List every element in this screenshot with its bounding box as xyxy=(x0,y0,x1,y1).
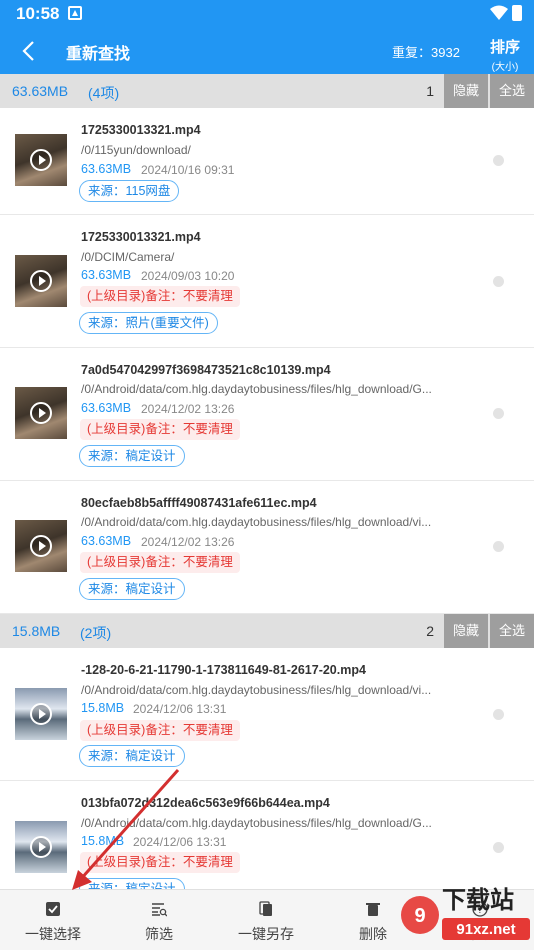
file-name: 1725330013321.mp4 xyxy=(81,123,201,137)
list-item[interactable]: 1725330013321.mp4 /0/DCIM/Camera/ 63.63M… xyxy=(0,215,534,348)
file-path: /0/Android/data/com.hlg.daydaytobusiness… xyxy=(81,816,432,830)
group-number: 1 xyxy=(426,83,434,99)
select-radio[interactable] xyxy=(493,155,504,166)
note-tag: (上级目录)备注：不要清理 xyxy=(80,286,240,307)
list-item[interactable]: -128-20-6-21-11790-1-173811649-81-2617-2… xyxy=(0,648,534,781)
status-time: 10:58 xyxy=(16,4,60,23)
file-path: /0/Android/data/com.hlg.daydaytobusiness… xyxy=(81,382,432,396)
sort-sub-label: (大小) xyxy=(491,62,519,73)
copy-icon xyxy=(259,901,272,916)
note-tag: (上级目录)备注：不要清理 xyxy=(80,852,240,873)
play-icon xyxy=(30,270,52,292)
select-radio[interactable] xyxy=(493,709,504,720)
wifi-icon xyxy=(490,5,508,20)
video-thumbnail[interactable] xyxy=(15,520,67,572)
source-tag: 来源：稿定设计 xyxy=(79,745,185,767)
video-thumbnail[interactable] xyxy=(15,255,67,307)
checkbox-icon xyxy=(46,902,60,916)
filter-button[interactable]: 筛选 xyxy=(106,890,212,950)
file-date: 2024/12/06 13:31 xyxy=(133,702,227,716)
file-size: 63.63MB xyxy=(81,401,132,415)
file-size: 63.63MB xyxy=(81,268,132,282)
file-size: 63.63MB xyxy=(81,534,132,548)
select-all-button[interactable]: 全选 xyxy=(490,74,534,108)
svg-text:下载站: 下载站 xyxy=(442,886,514,914)
list-item[interactable]: 7a0d547042997f3698473521c8c10139.mp4 /0/… xyxy=(0,348,534,481)
file-date: 2024/10/16 09:31 xyxy=(141,163,235,177)
play-icon xyxy=(30,149,52,171)
file-path: /0/115yun/download/ xyxy=(81,143,191,157)
save-as-label: 一键另存 xyxy=(238,926,294,942)
hide-group-button[interactable]: 隐藏 xyxy=(444,614,488,648)
filter-label: 筛选 xyxy=(145,926,173,942)
group-size: 15.8MB xyxy=(12,623,61,639)
group-header: 63.63MB (4项) 1 隐藏 全选 xyxy=(0,74,534,108)
notification-icon xyxy=(68,6,82,20)
note-tag: (上级目录)备注：不要清理 xyxy=(80,720,240,741)
select-radio[interactable] xyxy=(493,408,504,419)
group-number: 2 xyxy=(426,623,434,639)
group-size: 63.63MB xyxy=(12,83,69,99)
file-path: /0/Android/data/com.hlg.daydaytobusiness… xyxy=(81,515,432,529)
select-radio[interactable] xyxy=(493,541,504,552)
file-date: 2024/12/02 13:26 xyxy=(141,535,235,549)
duplicate-count: 重复：3932 xyxy=(392,45,460,60)
file-name: -128-20-6-21-11790-1-173811649-81-2617-2… xyxy=(81,663,366,677)
file-date: 2024/09/03 10:20 xyxy=(141,269,235,283)
status-bar: 10:58 xyxy=(0,0,534,28)
list-item[interactable]: 013bfa072d312dea6c563e9f66b644ea.mp4 /0/… xyxy=(0,781,534,900)
play-icon xyxy=(30,703,52,725)
play-icon xyxy=(30,535,52,557)
file-date: 2024/12/02 13:26 xyxy=(141,402,235,416)
svg-text:91xz.net: 91xz.net xyxy=(456,921,515,938)
source-tag: 来源：稿定设计 xyxy=(79,445,185,467)
video-thumbnail[interactable] xyxy=(15,688,67,740)
file-size: 63.63MB xyxy=(81,162,132,176)
hide-group-button[interactable]: 隐藏 xyxy=(444,74,488,108)
group-count: (4项) xyxy=(88,85,120,101)
list-item[interactable]: 80ecfaeb8b5affff49087431afe611ec.mp4 /0/… xyxy=(0,481,534,614)
app-bar: 重新查找 重复：3932 排序 (大小) xyxy=(0,28,534,74)
back-icon[interactable] xyxy=(14,36,44,66)
sort-label: 排序 xyxy=(489,39,520,56)
page-title: 重新查找 xyxy=(66,46,131,63)
file-name: 7a0d547042997f3698473521c8c10139.mp4 xyxy=(81,363,331,377)
select-one-button[interactable]: 一键选择 xyxy=(0,890,106,950)
file-name: 80ecfaeb8b5affff49087431afe611ec.mp4 xyxy=(81,496,317,510)
file-name: 1725330013321.mp4 xyxy=(81,230,201,244)
sort-button[interactable]: 排序 (大小) xyxy=(482,36,528,73)
select-radio[interactable] xyxy=(493,842,504,853)
video-thumbnail[interactable] xyxy=(15,821,67,873)
video-thumbnail[interactable] xyxy=(15,134,67,186)
file-path: /0/Android/data/com.hlg.daydaytobusiness… xyxy=(81,683,432,697)
note-tag: (上级目录)备注：不要清理 xyxy=(80,552,240,573)
battery-icon xyxy=(512,5,522,21)
file-size: 15.8MB xyxy=(81,834,125,848)
play-icon xyxy=(30,836,52,858)
select-one-label: 一键选择 xyxy=(25,926,81,942)
source-tag: 来源：115网盘 xyxy=(79,180,180,202)
select-all-button[interactable]: 全选 xyxy=(490,614,534,648)
file-date: 2024/12/06 13:31 xyxy=(133,835,227,849)
trash-icon xyxy=(366,903,380,916)
source-tag: 来源：照片(重要文件) xyxy=(79,312,218,334)
group-count: (2项) xyxy=(80,625,112,641)
play-icon xyxy=(30,402,52,424)
file-path: /0/DCIM/Camera/ xyxy=(81,250,175,264)
video-thumbnail[interactable] xyxy=(15,387,67,439)
group-header: 15.8MB (2项) 2 隐藏 全选 xyxy=(0,614,534,648)
file-name: 013bfa072d312dea6c563e9f66b644ea.mp4 xyxy=(81,796,330,810)
svg-text:9: 9 xyxy=(414,905,425,927)
watermark-logo: 9 下载站 91xz.net xyxy=(400,880,534,950)
save-as-button[interactable]: 一键另存 xyxy=(213,890,319,950)
source-tag: 来源：稿定设计 xyxy=(79,578,185,600)
file-size: 15.8MB xyxy=(81,701,125,715)
list-item[interactable]: 1725330013321.mp4 /0/115yun/download/ 63… xyxy=(0,108,534,215)
select-radio[interactable] xyxy=(493,276,504,287)
filter-icon xyxy=(152,903,167,917)
note-tag: (上级目录)备注：不要清理 xyxy=(80,419,240,440)
